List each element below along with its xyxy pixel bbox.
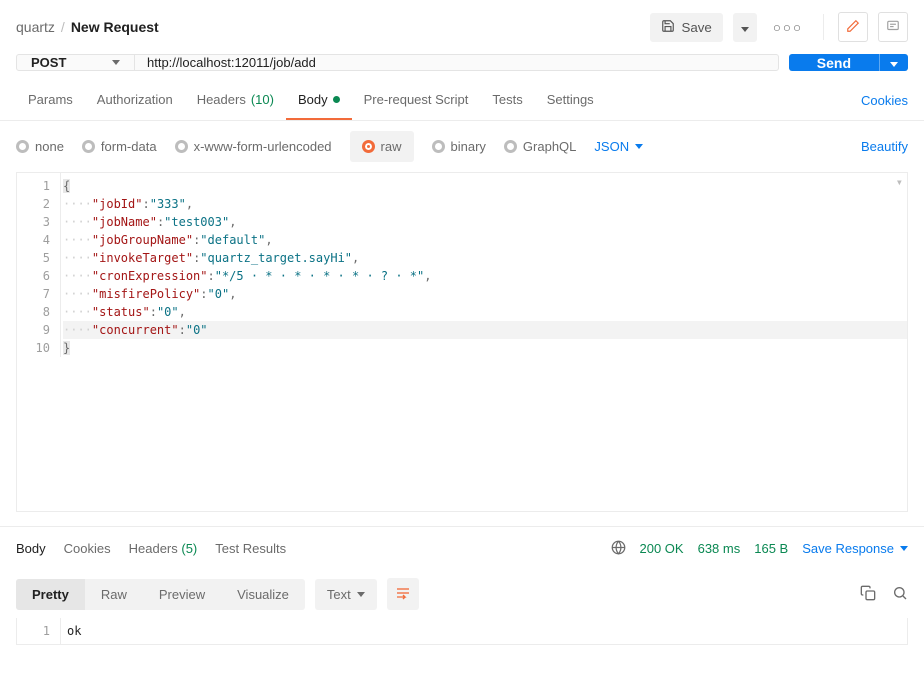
- response-format-select[interactable]: Text: [315, 579, 377, 610]
- bodytype-raw-label: raw: [381, 139, 402, 154]
- pencil-icon: [846, 19, 860, 36]
- bodytype-raw[interactable]: raw: [350, 131, 414, 162]
- response-body-editor[interactable]: 1 ok: [16, 618, 908, 645]
- globe-icon[interactable]: [611, 540, 626, 558]
- http-method-label: POST: [31, 55, 66, 70]
- tab-authorization[interactable]: Authorization: [85, 81, 185, 120]
- bodytype-form-data[interactable]: form-data: [82, 139, 157, 154]
- resp-tab-headers[interactable]: Headers (5): [129, 541, 198, 556]
- bodytype-graphql[interactable]: GraphQL: [504, 139, 576, 154]
- resp-tab-body[interactable]: Body: [16, 541, 46, 556]
- status-code: 200 OK: [640, 541, 684, 556]
- tab-settings[interactable]: Settings: [535, 81, 606, 120]
- bodytype-x-www[interactable]: x-www-form-urlencoded: [175, 139, 332, 154]
- raw-format-label: JSON: [594, 139, 629, 154]
- response-code-area[interactable]: ok: [61, 618, 87, 644]
- code-area[interactable]: { ····"jobId":"333", ····"jobName":"test…: [61, 173, 907, 357]
- http-method-select[interactable]: POST: [17, 55, 135, 70]
- tab-body[interactable]: Body: [286, 81, 352, 120]
- bodytype-formdata-label: form-data: [101, 139, 157, 154]
- response-format-label: Text: [327, 587, 351, 602]
- response-time: 638 ms: [698, 541, 741, 556]
- edit-button[interactable]: [838, 12, 868, 42]
- resp-tab-headers-label: Headers: [129, 541, 178, 556]
- chevron-down-icon: [635, 144, 643, 149]
- view-visualize[interactable]: Visualize: [221, 579, 305, 610]
- body-modified-indicator: [333, 96, 340, 103]
- bodytype-binary-label: binary: [451, 139, 486, 154]
- url-input[interactable]: [135, 55, 778, 70]
- comment-button[interactable]: [878, 12, 908, 42]
- cookies-link[interactable]: Cookies: [861, 93, 908, 108]
- chevron-down-icon: [357, 592, 365, 597]
- tab-headers-label: Headers: [197, 92, 246, 107]
- resp-tab-headers-count: (5): [181, 541, 197, 556]
- resp-tab-tests[interactable]: Test Results: [215, 541, 286, 556]
- response-body-text: ok: [67, 624, 81, 638]
- raw-format-select[interactable]: JSON: [594, 139, 643, 154]
- view-preview[interactable]: Preview: [143, 579, 221, 610]
- more-options-button[interactable]: ○○○: [767, 16, 809, 39]
- chevron-down-icon: [112, 60, 120, 65]
- breadcrumb: quartz / New Request: [16, 19, 159, 35]
- response-size: 165 B: [754, 541, 788, 556]
- tab-pre-request[interactable]: Pre-request Script: [352, 81, 481, 120]
- bodytype-graphql-label: GraphQL: [523, 139, 576, 154]
- bodytype-none-label: none: [35, 139, 64, 154]
- save-dropdown-button[interactable]: [733, 13, 757, 42]
- copy-icon: [860, 589, 876, 604]
- chevron-down-icon: [741, 27, 749, 32]
- separator: [823, 14, 824, 40]
- save-icon: [661, 19, 675, 36]
- save-button[interactable]: Save: [650, 13, 722, 42]
- beautify-link[interactable]: Beautify: [861, 139, 908, 154]
- bodytype-binary[interactable]: binary: [432, 139, 486, 154]
- breadcrumb-parent[interactable]: quartz: [16, 19, 55, 35]
- view-pretty[interactable]: Pretty: [16, 579, 85, 610]
- response-line-gutter: 1: [17, 618, 61, 644]
- tab-body-label: Body: [298, 92, 328, 107]
- line-gutter: 1 2 3 4 5 6 7 8 9 10: [17, 173, 61, 357]
- tab-headers[interactable]: Headers (10): [185, 81, 286, 120]
- copy-button[interactable]: [860, 585, 876, 604]
- request-body-editor[interactable]: ▾ 1 2 3 4 5 6 7 8 9 10 { ····"jobId":"33…: [16, 172, 908, 512]
- response-view-segment: Pretty Raw Preview Visualize: [16, 579, 305, 610]
- wrap-icon: [395, 585, 411, 604]
- save-response-button[interactable]: Save Response: [802, 541, 908, 556]
- comment-icon: [886, 19, 900, 36]
- chevron-down-icon: [900, 546, 908, 551]
- save-label: Save: [681, 20, 711, 35]
- tab-params[interactable]: Params: [16, 81, 85, 120]
- view-raw[interactable]: Raw: [85, 579, 143, 610]
- bodytype-none[interactable]: none: [16, 139, 64, 154]
- send-dropdown-button[interactable]: [879, 54, 908, 71]
- tab-headers-count: (10): [251, 92, 274, 107]
- breadcrumb-current: New Request: [71, 19, 159, 35]
- save-response-label: Save Response: [802, 541, 894, 556]
- tab-tests[interactable]: Tests: [480, 81, 534, 120]
- bodytype-xwww-label: x-www-form-urlencoded: [194, 139, 332, 154]
- search-icon: [892, 589, 908, 604]
- more-icon: ○○○: [773, 20, 803, 35]
- resp-tab-cookies[interactable]: Cookies: [64, 541, 111, 556]
- wrap-lines-button[interactable]: [387, 578, 419, 610]
- breadcrumb-separator: /: [61, 19, 65, 35]
- search-button[interactable]: [892, 585, 908, 604]
- chevron-down-icon: [890, 62, 898, 67]
- send-button[interactable]: Send: [789, 54, 879, 71]
